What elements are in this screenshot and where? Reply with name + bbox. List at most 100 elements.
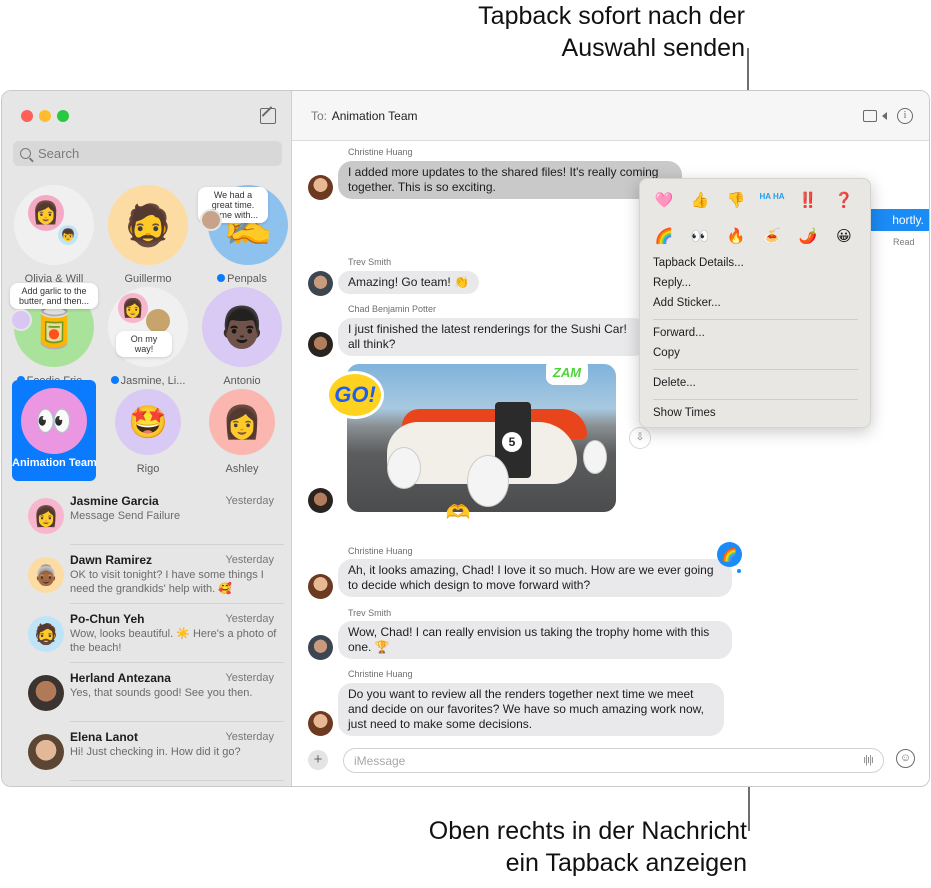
contact-name: Jasmine Garcia xyxy=(70,494,159,508)
menu-divider xyxy=(653,319,858,320)
video-call-icon[interactable] xyxy=(863,110,887,122)
emoji-picker-icon[interactable]: 😀 xyxy=(826,225,862,249)
to-label: To: xyxy=(311,109,328,123)
conversation-pane: To: Animation Team i Christine Huang I a… xyxy=(292,91,929,786)
tapback-fire[interactable]: 🔥 xyxy=(718,225,754,249)
pinned-guillermo[interactable]: 🧔 Guillermo xyxy=(102,185,194,285)
pinned-jasmine-group[interactable]: 👩 On my way! Jasmine, Li... xyxy=(102,287,194,387)
read-receipt: Read xyxy=(893,237,915,247)
close-button[interactable] xyxy=(21,110,33,122)
emoji-icon[interactable]: ☺ xyxy=(896,749,915,768)
pinned-animation-team[interactable]: 👀 Animation Team xyxy=(12,380,97,481)
info-icon[interactable]: i xyxy=(897,108,913,124)
memoji-avatar: 👨🏿 xyxy=(202,287,282,367)
conversation-time: Yesterday xyxy=(225,554,274,566)
search-icon xyxy=(20,148,31,159)
conversation-preview: Yes, that sounds good! See you then. xyxy=(70,687,253,699)
callout-bottom-line2: ein Tapback anzeigen xyxy=(505,849,747,877)
contact-name: Po-Chun Yeh xyxy=(70,612,145,626)
conversation-time: Yesterday xyxy=(225,613,274,625)
menu-item-forward[interactable]: Forward... xyxy=(653,327,705,339)
contact-avatar: 🧔 xyxy=(28,616,64,652)
tapback-chili[interactable]: 🌶️ xyxy=(790,225,826,249)
search-placeholder: Search xyxy=(38,146,80,161)
conversation-item[interactable]: 👵🏾 Dawn Ramirez Yesterday OK to visit to… xyxy=(2,545,292,604)
callout-show-tapback: Oben rechts in der Nachricht ein Tapback… xyxy=(327,815,747,879)
menu-item-copy[interactable]: Copy xyxy=(653,347,680,359)
conversation-time: Yesterday xyxy=(225,731,274,743)
memoji-avatar: 🤩 xyxy=(115,389,181,455)
menu-divider xyxy=(653,399,858,400)
tapback-context-menu: 🩷 👍 👎 HA HA ‼️ ❓ 🌈 👀 🔥 🍝 🌶️ 😀 Tapback De… xyxy=(639,178,871,428)
tapback-emphasize[interactable]: ‼️ xyxy=(790,189,826,213)
memoji-avatar: 👩 xyxy=(209,389,275,455)
tapback-heart[interactable]: 🩷 xyxy=(646,189,682,213)
pinned-label: Animation Team xyxy=(12,457,97,469)
tapback-row-1: 🩷 👍 👎 HA HA ‼️ ❓ xyxy=(646,189,862,213)
message-bubble[interactable]: Do you want to review all the renders to… xyxy=(338,683,724,736)
message-bubble[interactable]: I added more updates to the shared files… xyxy=(338,161,682,199)
tapback-haha[interactable]: HA HA xyxy=(754,189,790,213)
tapback-question[interactable]: ❓ xyxy=(826,189,862,213)
callout-send-tapback: Tapback sofort nach der Auswahl senden xyxy=(345,0,745,64)
sender-name: Christine Huang xyxy=(348,669,413,679)
save-icon[interactable]: ⇩ xyxy=(629,427,651,449)
composer-bar: + iMessage ı|ı|ı ☺ xyxy=(292,736,929,786)
message-bubble[interactable]: Ah, it looks amazing, Chad! I love it so… xyxy=(338,559,732,597)
pinned-label: Antonio xyxy=(223,375,261,387)
recipient-field[interactable]: To: Animation Team xyxy=(311,109,418,123)
pinned-foodie-friends[interactable]: 🥫 Add garlic to the butter, and then... … xyxy=(8,283,100,387)
pinned-label-wrap: Jasmine, Li... xyxy=(102,375,194,387)
conversation-item[interactable]: Herland Antezana Yesterday Yes, that sou… xyxy=(2,663,292,722)
message-bubble[interactable]: Wow, Chad! I can really envision us taki… xyxy=(338,621,732,659)
contact-avatar: 👩 xyxy=(28,498,64,534)
conversation-header: To: Animation Team i xyxy=(292,91,929,141)
menu-item-tapback-details[interactable]: Tapback Details... xyxy=(653,257,744,269)
sender-avatar xyxy=(308,271,333,296)
conversation-item[interactable]: Elena Lanot Yesterday Hi! Just checking … xyxy=(2,722,292,781)
tapback-rainbow[interactable]: 🌈 xyxy=(646,225,682,249)
audio-waveform-icon[interactable]: ı|ı|ı xyxy=(863,754,874,766)
compose-icon[interactable] xyxy=(260,108,276,124)
pinned-antonio[interactable]: 👨🏿 Antonio xyxy=(196,287,288,387)
menu-item-reply[interactable]: Reply... xyxy=(653,277,691,289)
contact-name: Herland Antezana xyxy=(70,671,171,685)
go-sticker[interactable]: GO! xyxy=(326,371,384,419)
message-placeholder: iMessage xyxy=(354,754,406,768)
message-bubble[interactable]: I just finished the latest renderings fo… xyxy=(338,318,648,356)
pinned-ashley[interactable]: 👩 Ashley xyxy=(196,389,288,475)
conversation-preview: Hi! Just checking in. How did it go? xyxy=(70,746,241,758)
pinned-penpals[interactable]: ✍️ We had a great time. Home with... Pen… xyxy=(196,185,288,285)
unread-dot xyxy=(110,376,119,384)
zam-sticker[interactable]: ZAM xyxy=(546,359,588,385)
zoom-button[interactable] xyxy=(57,110,69,122)
pinned-olivia-will[interactable]: 👩 👦 Olivia & Will xyxy=(8,185,100,285)
menu-item-show-times[interactable]: Show Times xyxy=(653,407,716,419)
message-bubble[interactable]: Amazing! Go team! 👏 xyxy=(338,271,479,294)
sushi-car-photo[interactable]: 5 xyxy=(347,364,616,512)
tapback-badge[interactable]: 🌈 xyxy=(717,542,742,573)
heart-hands-sticker[interactable]: 🫶 xyxy=(438,499,478,525)
tapback-spaghetti[interactable]: 🍝 xyxy=(754,225,790,249)
sender-avatar xyxy=(308,711,333,736)
message-input[interactable]: iMessage ı|ı|ı xyxy=(343,748,884,773)
pinned-rigo[interactable]: 🤩 Rigo xyxy=(102,389,194,475)
conversation-item[interactable]: 👩 Jasmine Garcia Yesterday Message Send … xyxy=(2,486,292,545)
menu-item-add-sticker[interactable]: Add Sticker... xyxy=(653,297,721,309)
callout-top-line2: Auswahl senden xyxy=(561,34,745,62)
divider xyxy=(70,780,284,781)
tapback-thumbs-up[interactable]: 👍 xyxy=(682,189,718,213)
callout-bottom-line1: Oben rechts in der Nachricht xyxy=(428,817,747,845)
minimize-button[interactable] xyxy=(39,110,51,122)
sender-name: Christine Huang xyxy=(348,147,413,157)
search-field[interactable]: Search xyxy=(13,141,282,166)
tapback-thumbs-down[interactable]: 👎 xyxy=(718,189,754,213)
car-wheel xyxy=(387,447,421,489)
tapback-eyes[interactable]: 👀 xyxy=(682,225,718,249)
sender-avatar xyxy=(308,175,333,200)
apps-plus-button[interactable]: + xyxy=(308,750,328,770)
sender-name: Trev Smith xyxy=(348,257,392,267)
group-avatar: 👀 xyxy=(21,388,87,454)
conversation-item[interactable]: 🧔 Po-Chun Yeh Yesterday Wow, looks beaut… xyxy=(2,604,292,663)
menu-item-delete[interactable]: Delete... xyxy=(653,377,696,389)
